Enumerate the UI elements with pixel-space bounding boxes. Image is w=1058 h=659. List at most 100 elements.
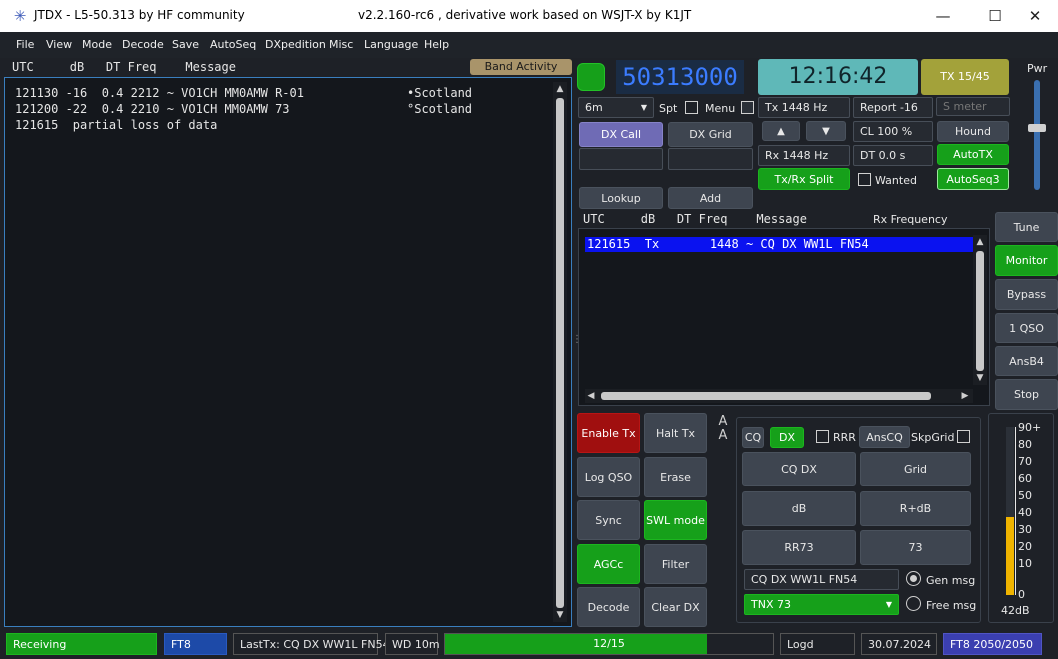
s-meter-tick: 60 <box>1018 472 1032 485</box>
decode-row[interactable]: 121615 partial loss of data <box>15 118 217 132</box>
rx-frequency-vscrollbar[interactable]: ▲ ▼ <box>973 235 987 385</box>
scroll-left-arrow-icon[interactable]: ◀ <box>585 391 597 401</box>
autotx-button[interactable]: AutoTX <box>937 144 1009 165</box>
db-button[interactable]: dB <box>742 491 856 526</box>
rx-frequency-hscrollbar[interactable]: ◀ ▶ <box>585 389 973 403</box>
sync-button[interactable]: Sync <box>577 500 640 540</box>
menu-checkbox[interactable] <box>741 101 754 114</box>
gen-msg-value: CQ DX WW1L FN54 <box>751 573 858 586</box>
menu-decode[interactable]: Decode <box>122 38 164 51</box>
rx-frequency-columns: UTC dB DT Freq Message <box>583 212 807 226</box>
menu-help[interactable]: Help <box>424 38 449 51</box>
spt-checkbox[interactable] <box>685 101 698 114</box>
tx-period-button[interactable]: TX 15/45 <box>921 59 1009 95</box>
ansb4-button[interactable]: AnsB4 <box>995 346 1058 376</box>
wanted-checkbox[interactable] <box>858 173 871 186</box>
scroll-down-arrow-icon[interactable]: ▼ <box>973 373 987 383</box>
anscq-button[interactable]: AnsCQ <box>859 426 910 448</box>
tx-down-button[interactable]: ▼ <box>806 121 846 141</box>
free-msg-radio[interactable] <box>906 596 921 611</box>
close-button[interactable]: ✕ <box>1012 0 1058 32</box>
scrollbar-thumb[interactable] <box>601 392 931 400</box>
grid-button[interactable]: Grid <box>860 452 971 486</box>
free-msg-select[interactable]: TNX 73 ▼ <box>744 594 899 615</box>
menu-file[interactable]: File <box>16 38 34 51</box>
menu-dxpedition[interactable]: DXpedition <box>265 38 326 51</box>
decode-row[interactable]: 121200 -22 0.4 2210 ~ VO1CH MM0AMW 73 <box>15 102 290 116</box>
menu-autoseq[interactable]: AutoSeq <box>210 38 256 51</box>
enable-tx-button[interactable]: Enable Tx <box>577 413 640 453</box>
band-select[interactable]: 6m ▼ <box>578 97 654 118</box>
log-qso-button[interactable]: Log QSO <box>577 457 640 497</box>
minimize-button[interactable]: — <box>920 0 966 32</box>
tx-message-row[interactable]: 121615 Tx 1448 ~ CQ DX WW1L FN54 <box>585 237 975 252</box>
tune-button[interactable]: Tune <box>995 212 1058 242</box>
menu-view[interactable]: View <box>46 38 72 51</box>
dx-grid-button[interactable]: DX Grid <box>668 122 753 147</box>
scroll-right-arrow-icon[interactable]: ▶ <box>959 391 971 401</box>
status-progress: 12/15 <box>444 633 774 655</box>
lookup-button[interactable]: Lookup <box>579 187 663 209</box>
cl-spinbox[interactable]: CL 100 % <box>853 121 933 142</box>
scroll-up-arrow-icon[interactable]: ▲ <box>973 237 987 247</box>
bypass-button[interactable]: Bypass <box>995 279 1058 310</box>
r-db-button[interactable]: R+dB <box>860 491 971 526</box>
app-logo-icon: ✳ <box>13 7 27 25</box>
band-activity-pane[interactable]: 121130 -16 0.4 2212 ~ VO1CH MM0AMW R-01 … <box>4 77 572 627</box>
decode-button[interactable]: Decode <box>577 587 640 627</box>
rx-frequency-pane[interactable]: 121615 Tx 1448 ~ CQ DX WW1L FN54 ▲ ▼ ◀ ▶ <box>578 228 990 406</box>
dt-spinbox[interactable]: DT 0.0 s <box>853 145 933 166</box>
gen-msg-input[interactable]: CQ DX WW1L FN54 <box>744 569 899 590</box>
one-qso-button[interactable]: 1 QSO <box>995 313 1058 343</box>
menu-mode[interactable]: Mode <box>82 38 112 51</box>
tx-frequency-spinbox[interactable]: Tx 1448 Hz <box>758 97 850 118</box>
dx-button[interactable]: DX <box>770 427 804 448</box>
band-activity-scrollbar[interactable]: ▲ ▼ <box>553 82 567 622</box>
power-slider-handle[interactable] <box>1028 124 1046 132</box>
dx-grid-input[interactable] <box>668 148 753 170</box>
tx-up-button[interactable]: ▲ <box>762 121 800 141</box>
dx-call-input[interactable] <box>579 148 663 170</box>
cq-button[interactable]: CQ <box>742 427 764 448</box>
chevron-down-icon: ▼ <box>885 600 892 609</box>
cq-dx-button[interactable]: CQ DX <box>742 452 856 486</box>
halt-tx-button[interactable]: Halt Tx <box>644 413 707 453</box>
s-meter-tick: 50 <box>1018 489 1032 502</box>
tab-b-icon[interactable]: A <box>714 429 732 450</box>
erase-button[interactable]: Erase <box>644 457 707 497</box>
frequency-display[interactable]: 50313000 <box>616 60 744 94</box>
report-value: Report -16 <box>860 101 918 114</box>
s-meter-input[interactable]: S meter <box>936 97 1010 116</box>
73-button[interactable]: 73 <box>860 530 971 565</box>
power-slider-track[interactable] <box>1034 80 1040 190</box>
filter-button[interactable]: Filter <box>644 544 707 584</box>
dx-call-button[interactable]: DX Call <box>579 122 663 147</box>
clear-dx-button[interactable]: Clear DX <box>644 587 707 627</box>
gen-msg-radio[interactable] <box>906 571 921 586</box>
clock-display: 12:16:42 <box>758 59 918 95</box>
decode-row[interactable]: 121130 -16 0.4 2212 ~ VO1CH MM0AMW R-01 <box>15 86 304 100</box>
agcc-button[interactable]: AGCc <box>577 544 640 584</box>
scrollbar-thumb[interactable] <box>976 251 984 371</box>
autoseq3-button[interactable]: AutoSeq3 <box>937 168 1009 190</box>
menu-misc[interactable]: Misc <box>329 38 353 51</box>
menu-save[interactable]: Save <box>172 38 199 51</box>
txrx-split-button[interactable]: Tx/Rx Split <box>758 168 850 190</box>
scroll-up-arrow-icon[interactable]: ▲ <box>553 84 567 94</box>
progress-text: 12/15 <box>593 637 625 650</box>
report-spinbox[interactable]: Report -16 <box>853 97 933 118</box>
menu-language[interactable]: Language <box>364 38 418 51</box>
hound-button[interactable]: Hound <box>937 121 1009 142</box>
add-button[interactable]: Add <box>668 187 753 209</box>
radio-selected-dot <box>910 575 917 582</box>
scroll-down-arrow-icon[interactable]: ▼ <box>553 610 567 620</box>
splitter-handle[interactable]: ⋮ <box>572 334 582 354</box>
monitor-button[interactable]: Monitor <box>995 245 1058 276</box>
scrollbar-thumb[interactable] <box>556 98 564 608</box>
stop-button[interactable]: Stop <box>995 379 1058 410</box>
swl-mode-button[interactable]: SWL mode <box>644 500 707 540</box>
rx-frequency-spinbox[interactable]: Rx 1448 Hz <box>758 145 850 166</box>
skpgrid-checkbox[interactable] <box>957 430 970 443</box>
rr73-button[interactable]: RR73 <box>742 530 856 565</box>
rrr-checkbox[interactable] <box>816 430 829 443</box>
